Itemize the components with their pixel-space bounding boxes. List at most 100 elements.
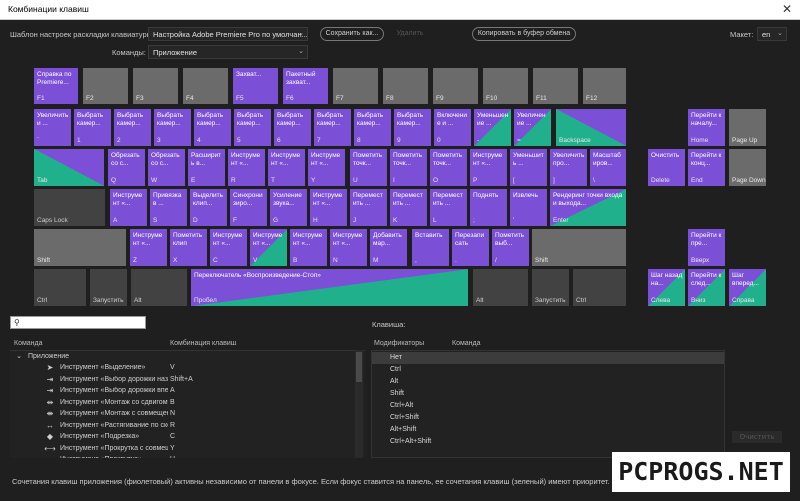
key-f2[interactable]: F2 [83, 68, 128, 104]
list-item[interactable]: ➤ Инструмент «Выделение» V [10, 363, 355, 374]
search-input[interactable]: ⚲ [10, 316, 146, 329]
key-v[interactable]: Инструмент «... V [250, 229, 287, 266]
key-sym55[interactable]: Поднять; [470, 189, 507, 226]
modifier-row[interactable]: Alt [372, 376, 724, 388]
key-ctrl[interactable]: Ctrl [573, 269, 626, 306]
key-запустить[interactable]: Запустить [532, 269, 569, 306]
key-x[interactable]: Пометить клип X [170, 229, 207, 266]
list-item[interactable]: ↔ Инструмент «Растягивание по скорости»R [10, 421, 355, 432]
scrollbar-thumb[interactable] [356, 352, 362, 382]
key-n[interactable]: Инструмент «... N [330, 229, 367, 266]
key-3[interactable]: Выбрать камер... 3 [154, 109, 191, 146]
key-ctrl[interactable]: Ctrl [34, 269, 86, 306]
key-alt[interactable]: Alt [131, 269, 187, 306]
key-r[interactable]: Инструмент «... R [228, 149, 265, 186]
key-k[interactable]: Переместить ... K [390, 189, 427, 226]
modifier-row[interactable]: Alt+Shift [372, 424, 724, 436]
modifier-row[interactable]: Ctrl+Alt [372, 400, 724, 412]
key-7[interactable]: Выбрать камер... 7 [314, 109, 351, 146]
key-e[interactable]: Расширить в... E [188, 149, 225, 186]
list-item[interactable]: ⇥ Инструмент «Выбор дорожки вперед»A [10, 386, 355, 397]
key-alt[interactable]: Alt [473, 269, 528, 306]
key-z[interactable]: Инструмент «... Z [130, 229, 167, 266]
key-b[interactable]: Инструмент «... B [290, 229, 327, 266]
key-w[interactable]: Обрезать со с... W [148, 149, 185, 186]
key-f12[interactable]: F12 [583, 68, 626, 104]
list-item[interactable]: ◆ Инструмент «Подрезка» C [10, 432, 355, 443]
key-sym56[interactable]: Извлечь ' [510, 189, 547, 226]
key-d[interactable]: Выделить клип... D [190, 189, 227, 226]
collapse-icon[interactable]: ⌄ [14, 352, 24, 360]
key-sym41[interactable]: Масштабиров... \ [590, 149, 626, 186]
key-sym12[interactable]: Увеличить и ... ` [34, 109, 71, 146]
key-backspace[interactable]: Backspace [556, 109, 626, 146]
list-item[interactable]: ⇥ Инструмент «Выбор дорожки назад» Shift+A [10, 375, 355, 386]
command-list[interactable]: ⌄ Приложение ➤ Инструмент «Выделение» V ⇥ Ин… [10, 350, 365, 458]
key-sym23[interactable]: Уменьшение ... - [474, 109, 511, 146]
key-запустить[interactable]: Запустить [90, 269, 127, 306]
modifier-row[interactable]: Ctrl [372, 364, 724, 376]
key-h[interactable]: Инструмент «... H [310, 189, 347, 226]
key-f[interactable]: Синхронизиро... F [230, 189, 267, 226]
key-8[interactable]: Выбрать камер... 8 [354, 109, 391, 146]
key-l[interactable]: Переместить ... L [430, 189, 467, 226]
list-scrollbar[interactable] [355, 350, 363, 458]
modifier-row[interactable]: Shift [372, 388, 724, 400]
key-9[interactable]: Выбрать камер... 9 [394, 109, 431, 146]
key-sym67[interactable]: Перезаписать. [452, 229, 489, 266]
key-f4[interactable]: F4 [183, 68, 228, 104]
key-q[interactable]: Обрезать со с... Q [108, 149, 145, 186]
list-group[interactable]: ⌄ Приложение [10, 352, 355, 363]
key-1[interactable]: Выбрать камер... 1 [74, 109, 111, 146]
key-i[interactable]: Пометить точк... I [390, 149, 427, 186]
key-u[interactable]: Пометить точк... U [350, 149, 387, 186]
key-пробел[interactable]: Переключатель «Воспроизведение-Стоп» Проб… [191, 269, 468, 306]
key-sym40[interactable]: Увеличить про...] [550, 149, 587, 186]
key-pagedown[interactable]: Page Down [729, 149, 766, 186]
key-вверх[interactable]: Перейти к пре... Вверх [688, 229, 725, 266]
key-t[interactable]: Инструмент «... T [268, 149, 305, 186]
key-вниз[interactable]: Перейти к след... Вниз [688, 269, 725, 306]
key-m[interactable]: Добавить мар... M [370, 229, 407, 266]
key-f11[interactable]: F11 [533, 68, 578, 104]
key-enter[interactable]: Рендеринг точки входа и выхода... Enter [550, 189, 626, 226]
key-0[interactable]: Включение и ... 0 [434, 109, 471, 146]
key-delete[interactable]: Очистить Delete [648, 149, 685, 186]
key-f6[interactable]: Пакетный захват... F6 [283, 68, 328, 104]
key-shift[interactable]: Shift [34, 229, 126, 266]
key-f10[interactable]: F10 [483, 68, 528, 104]
clear-button[interactable]: Очистить [732, 431, 782, 443]
list-item[interactable]: ⇹ Инструмент «Монтаж со сдвигом» B [10, 398, 355, 409]
key-o[interactable]: Пометить точк... O [430, 149, 467, 186]
list-item[interactable]: ⇼ Инструмент «Монтаж с совмещением»N [10, 409, 355, 420]
key-2[interactable]: Выбрать камер... 2 [114, 109, 151, 146]
key-sym39[interactable]: Уменьшить ... [ [510, 149, 547, 186]
key-слева[interactable]: Шаг назад на... Слева [648, 269, 685, 306]
key-справа[interactable]: Шаг вперед... Справа [729, 269, 766, 306]
key-pageup[interactable]: Page Up [729, 109, 766, 146]
key-6[interactable]: Выбрать камер... 6 [274, 109, 311, 146]
key-end[interactable]: Перейти к конц... End [688, 149, 725, 186]
key-sym24[interactable]: Увеличение ... = [514, 109, 551, 146]
key-capslock[interactable]: Caps Lock [34, 189, 105, 226]
key-p[interactable]: Инструмент «... P [470, 149, 507, 186]
modifier-row[interactable]: Ctrl+Shift [372, 412, 724, 424]
key-f3[interactable]: F3 [133, 68, 178, 104]
key-5[interactable]: Выбрать камер... 5 [234, 109, 271, 146]
key-f5[interactable]: Захват... F5 [233, 68, 278, 104]
key-sym68[interactable]: Пометить выб... / [492, 229, 529, 266]
modifier-list[interactable]: Нет Ctrl Alt Shift Ctrl+Alt Ctrl+Shift Alt+Shi… [371, 350, 725, 458]
list-item[interactable]: ⇔ Инструмент «Прокрутка»U [10, 455, 355, 458]
key-a[interactable]: Инструмент «... A [110, 189, 147, 226]
key-f8[interactable]: F8 [383, 68, 428, 104]
key-y[interactable]: Инструмент «... Y [308, 149, 345, 186]
key-j[interactable]: Переместить ... J [350, 189, 387, 226]
key-f1[interactable]: Справка по Premiere... F1 [34, 68, 78, 104]
list-item[interactable]: ⟷ Инструмент «Прокрутка с совмещением»Y [10, 444, 355, 455]
key-f7[interactable]: F7 [333, 68, 378, 104]
modifier-row[interactable]: Ctrl+Alt+Shift [372, 436, 724, 448]
modifier-row[interactable]: Нет [372, 352, 724, 364]
key-home[interactable]: Перейти к началу... Home [688, 109, 725, 146]
key-tab[interactable]: Tab [34, 149, 104, 186]
key-c[interactable]: Инструмент «... C [210, 229, 247, 266]
